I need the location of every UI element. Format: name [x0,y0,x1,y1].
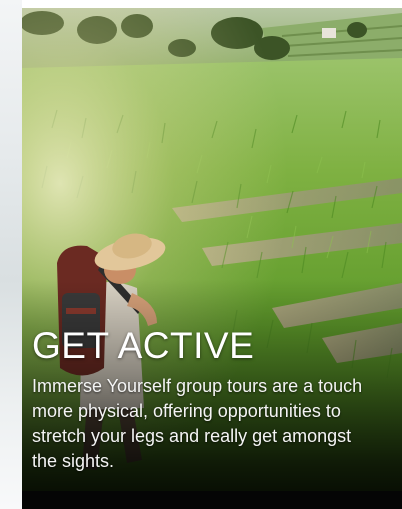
card-description: Immerse Yourself group tours are a touch… [32,376,363,471]
background-mountain-strip [0,0,22,509]
promo-card[interactable]: GET ACTIVE Immerse Yourself group tours … [22,8,402,509]
card-text-block: GET ACTIVE Immerse Yourself group tours … [32,324,392,474]
card-title: GET ACTIVE [32,325,255,366]
card-bottom-bar [22,491,402,509]
page: GET ACTIVE Immerse Yourself group tours … [0,0,402,509]
